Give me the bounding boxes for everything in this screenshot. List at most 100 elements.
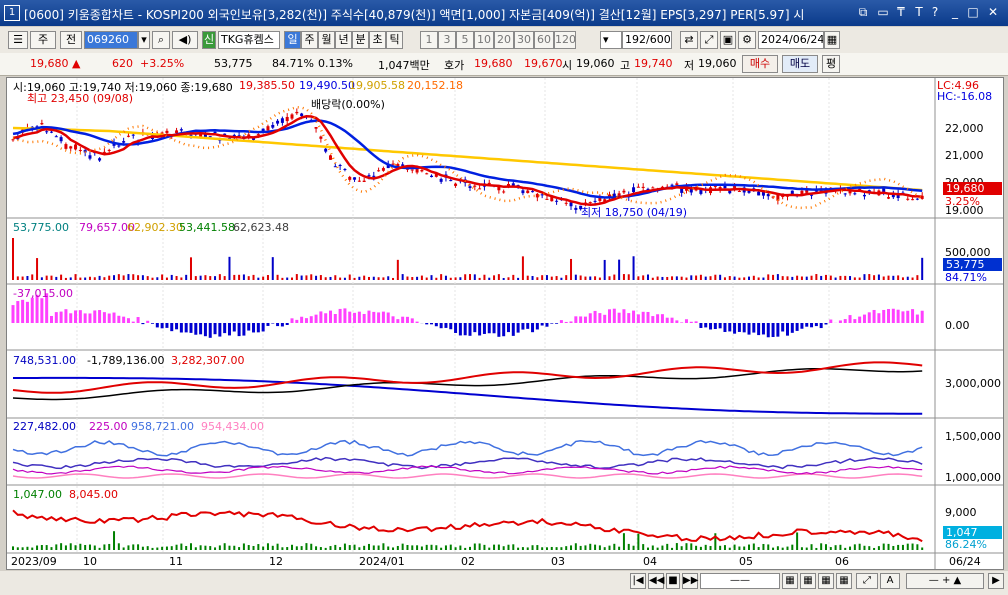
menu-icon[interactable]: ☰ <box>8 31 28 49</box>
type-select[interactable]: 주 <box>30 31 56 49</box>
display-count[interactable]: 192/600 <box>622 31 672 49</box>
value-bar <box>834 545 837 550</box>
value-bar <box>353 544 356 550</box>
gear-icon[interactable]: ⚙ <box>738 31 756 49</box>
osc-bar <box>911 309 915 323</box>
interval-7[interactable]: 120 <box>554 31 576 49</box>
value-bar <box>363 545 366 550</box>
tab-6[interactable]: 틱 <box>386 31 403 49</box>
volume-bar <box>714 274 717 280</box>
stock-code-input[interactable]: 069260 <box>84 31 138 49</box>
zoom-slider[interactable]: — + ▲ <box>906 573 984 589</box>
tab-0[interactable]: 일 <box>284 31 301 49</box>
scroll-track[interactable]: —— <box>700 573 780 589</box>
screen-number[interactable]: 1 <box>4 5 20 21</box>
tab-2[interactable]: 월 <box>318 31 335 49</box>
period-select[interactable]: 전 <box>60 31 82 49</box>
stop-icon[interactable]: ■ <box>666 573 680 589</box>
value-bar <box>743 546 746 550</box>
zoom-icon[interactable]: ⤢ <box>856 573 878 589</box>
volume-bar <box>242 274 245 280</box>
interval-2[interactable]: 5 <box>456 31 474 49</box>
grid3-icon[interactable]: ▦ <box>818 573 834 589</box>
volume-bar <box>887 275 890 280</box>
interval-1[interactable]: 3 <box>438 31 456 49</box>
minimize-icon[interactable]: _ <box>948 5 962 19</box>
value-bar <box>675 543 678 550</box>
turnover: 0.13% <box>318 57 353 70</box>
search-icon[interactable]: ⌕ <box>152 31 170 49</box>
scroll-right-icon[interactable]: ▶ <box>988 573 1004 589</box>
interval-4[interactable]: 20 <box>494 31 514 49</box>
first-icon[interactable]: |◀ <box>630 573 646 589</box>
volume-bar <box>122 275 125 280</box>
chart-canvas[interactable] <box>7 78 1003 569</box>
value-bar <box>584 545 587 550</box>
value-bar <box>618 546 621 550</box>
candle-body <box>574 207 578 210</box>
value-bar <box>185 545 188 550</box>
volume-bar <box>339 277 342 280</box>
osc-bar <box>213 323 217 335</box>
pin-icon[interactable]: ₸ <box>894 5 908 19</box>
window-icon[interactable]: ▭ <box>876 5 890 19</box>
osc-bar <box>516 323 520 333</box>
osc-bar <box>449 323 453 330</box>
chart-icon[interactable]: ⤢ <box>700 31 718 49</box>
tab-1[interactable]: 주 <box>301 31 318 49</box>
osc-bar <box>747 323 751 335</box>
tab-3[interactable]: 년 <box>335 31 352 49</box>
candle-body <box>69 146 73 149</box>
date-input[interactable]: 2024/06/24 <box>758 31 824 49</box>
maximize-icon[interactable]: □ <box>966 5 980 19</box>
save-icon[interactable]: ▣ <box>720 31 736 49</box>
grid-icon[interactable]: ▦ <box>782 573 798 589</box>
close-icon[interactable]: ✕ <box>986 5 1000 19</box>
value-bar <box>651 545 654 550</box>
buy-button[interactable]: 매수 <box>742 55 778 73</box>
flow-legend: -1,789,136.00 <box>87 354 165 367</box>
candle-body <box>88 155 92 159</box>
open-price: 19,060 <box>576 57 615 70</box>
chart-scroll-bar: |◀ ◀◀ ■ ▶▶ —— ▦ ▦ ▦ ▦ ⤢ A — + ▲ ▶ <box>0 571 1008 595</box>
osc-bar <box>223 323 227 334</box>
interval-5[interactable]: 30 <box>514 31 534 49</box>
chart-area[interactable]: 시:19,060 고:19,740 저:19,060 종:19,680 19,3… <box>6 77 1004 570</box>
style-icon[interactable]: A <box>880 573 900 589</box>
volume-bar <box>723 277 726 280</box>
open-label: 시 <box>562 59 573 72</box>
osc-bar <box>338 308 342 323</box>
candle-body <box>271 124 275 128</box>
tab-4[interactable]: 분 <box>352 31 369 49</box>
x-tick: 05 <box>739 555 753 568</box>
calendar-icon[interactable]: ▦ <box>824 31 840 49</box>
candle-body <box>276 120 280 124</box>
value-bar <box>646 547 649 550</box>
interval-6[interactable]: 60 <box>534 31 554 49</box>
grid2-icon[interactable]: ▦ <box>800 573 816 589</box>
sell-button[interactable]: 매도 <box>782 55 818 73</box>
volume-bar <box>16 276 19 280</box>
tab-5[interactable]: 초 <box>369 31 386 49</box>
grid4-icon[interactable]: ▦ <box>836 573 852 589</box>
value-bar <box>26 546 29 550</box>
candle-body <box>11 139 15 141</box>
chevron-down-icon[interactable]: ▾ <box>138 31 150 49</box>
new-badge[interactable]: 신 <box>202 31 216 49</box>
tool-icon[interactable]: ⇄ <box>680 31 698 49</box>
avg-button[interactable]: 평 <box>822 55 840 73</box>
volume-bar <box>545 275 548 280</box>
text-icon[interactable]: T <box>912 5 926 19</box>
dropdown-field[interactable]: ▾ <box>600 31 622 49</box>
volume-bar <box>541 275 544 280</box>
interval-0[interactable]: 1 <box>420 31 438 49</box>
value-bar <box>36 545 39 550</box>
rewind-icon[interactable]: ◀◀ <box>648 573 664 589</box>
link-icon[interactable]: ⧉ <box>856 5 870 19</box>
interval-3[interactable]: 10 <box>474 31 494 49</box>
sound-icon[interactable]: ◀) <box>172 31 198 49</box>
value-bar <box>690 543 693 550</box>
forward-icon[interactable]: ▶▶ <box>682 573 698 589</box>
help-icon[interactable]: ? <box>928 5 942 19</box>
ma1-legend: 19,385.50 <box>239 79 295 92</box>
